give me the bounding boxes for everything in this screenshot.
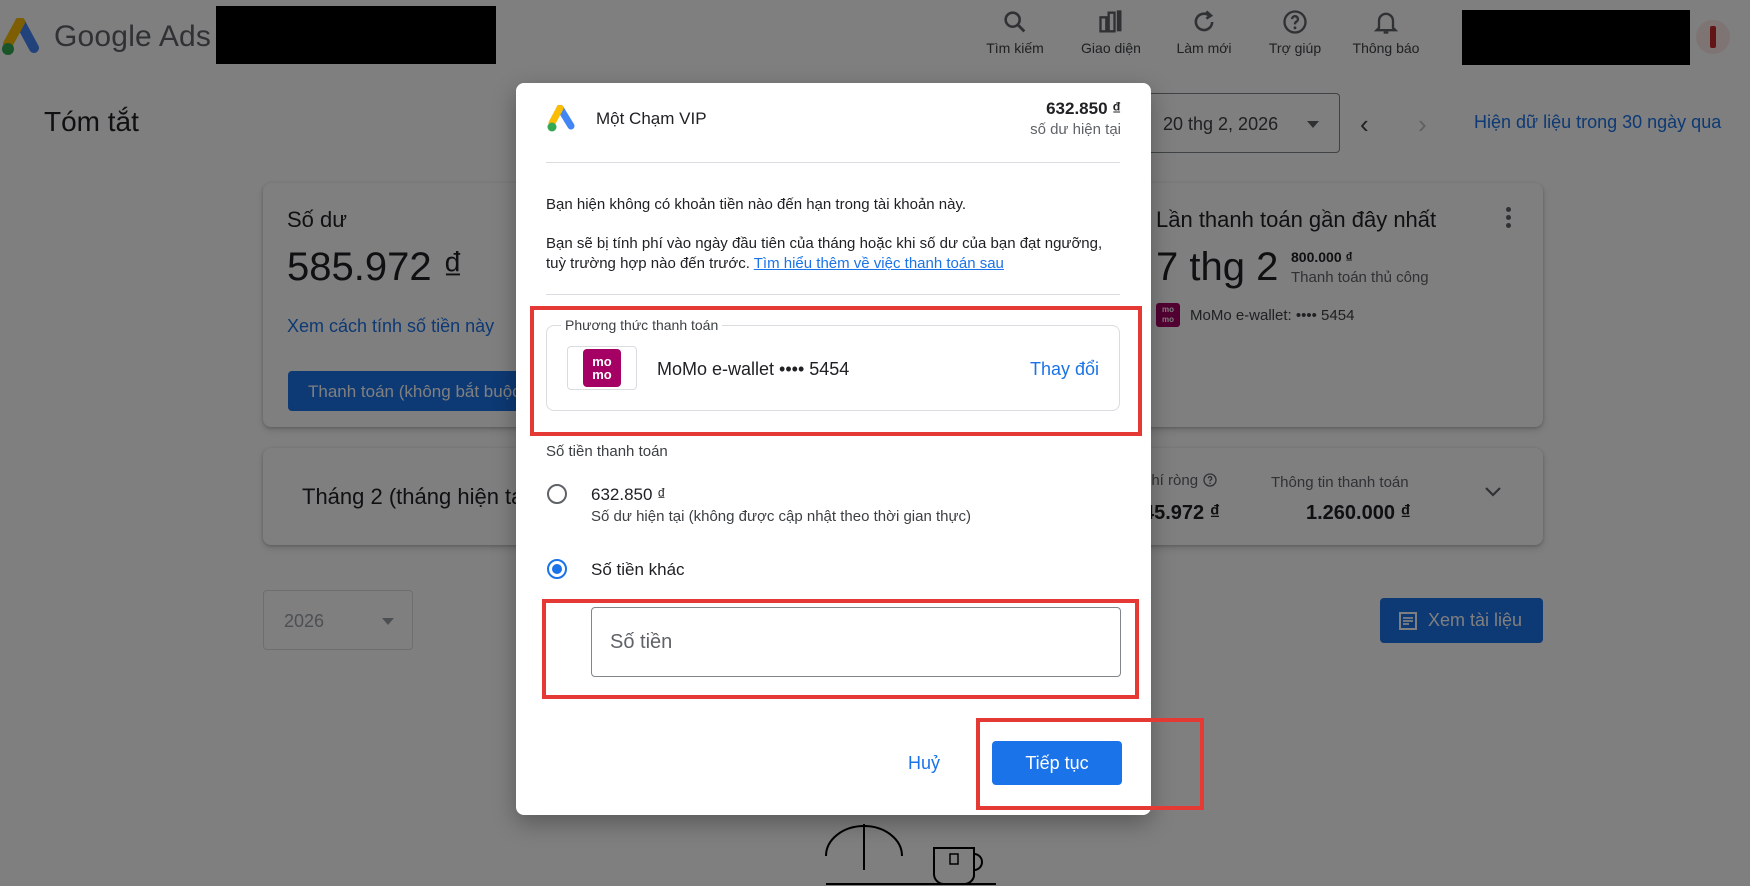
google-ads-logo-icon xyxy=(547,105,575,132)
highlight-box-continue xyxy=(976,718,1204,810)
no-due-notice: Bạn hiện không có khoản tiền nào đến hạn… xyxy=(546,196,967,213)
current-balance-radio[interactable] xyxy=(547,484,567,504)
other-amount-radio[interactable] xyxy=(547,559,567,579)
current-balance-label: số dư hiện tại xyxy=(1030,121,1121,138)
current-balance-option-desc: Số dư hiện tại (không được cập nhật theo… xyxy=(591,508,972,525)
payment-amount-title: Số tiền thanh toán xyxy=(546,443,668,460)
account-name: Một Chạm VIP xyxy=(596,109,707,128)
payment-dialog: Một Chạm VIP 632.850 ₫ số dư hiện tại Bạ… xyxy=(516,83,1151,815)
cancel-button[interactable]: Huỷ xyxy=(908,753,940,774)
charge-notice: Bạn sẽ bị tính phí vào ngày đầu tiên của… xyxy=(546,234,1120,274)
current-balance-option-amount: 632.850 ₫ xyxy=(591,485,666,504)
divider xyxy=(546,162,1120,163)
other-amount-label: Số tiền khác xyxy=(591,560,685,579)
current-balance-value: 632.850 ₫ xyxy=(1046,99,1121,118)
highlight-box-amount-input xyxy=(542,599,1139,699)
learn-more-link[interactable]: Tìm hiểu thêm về việc thanh toán sau xyxy=(754,255,1004,272)
divider xyxy=(546,294,1120,295)
highlight-box-payment-method xyxy=(530,306,1142,436)
